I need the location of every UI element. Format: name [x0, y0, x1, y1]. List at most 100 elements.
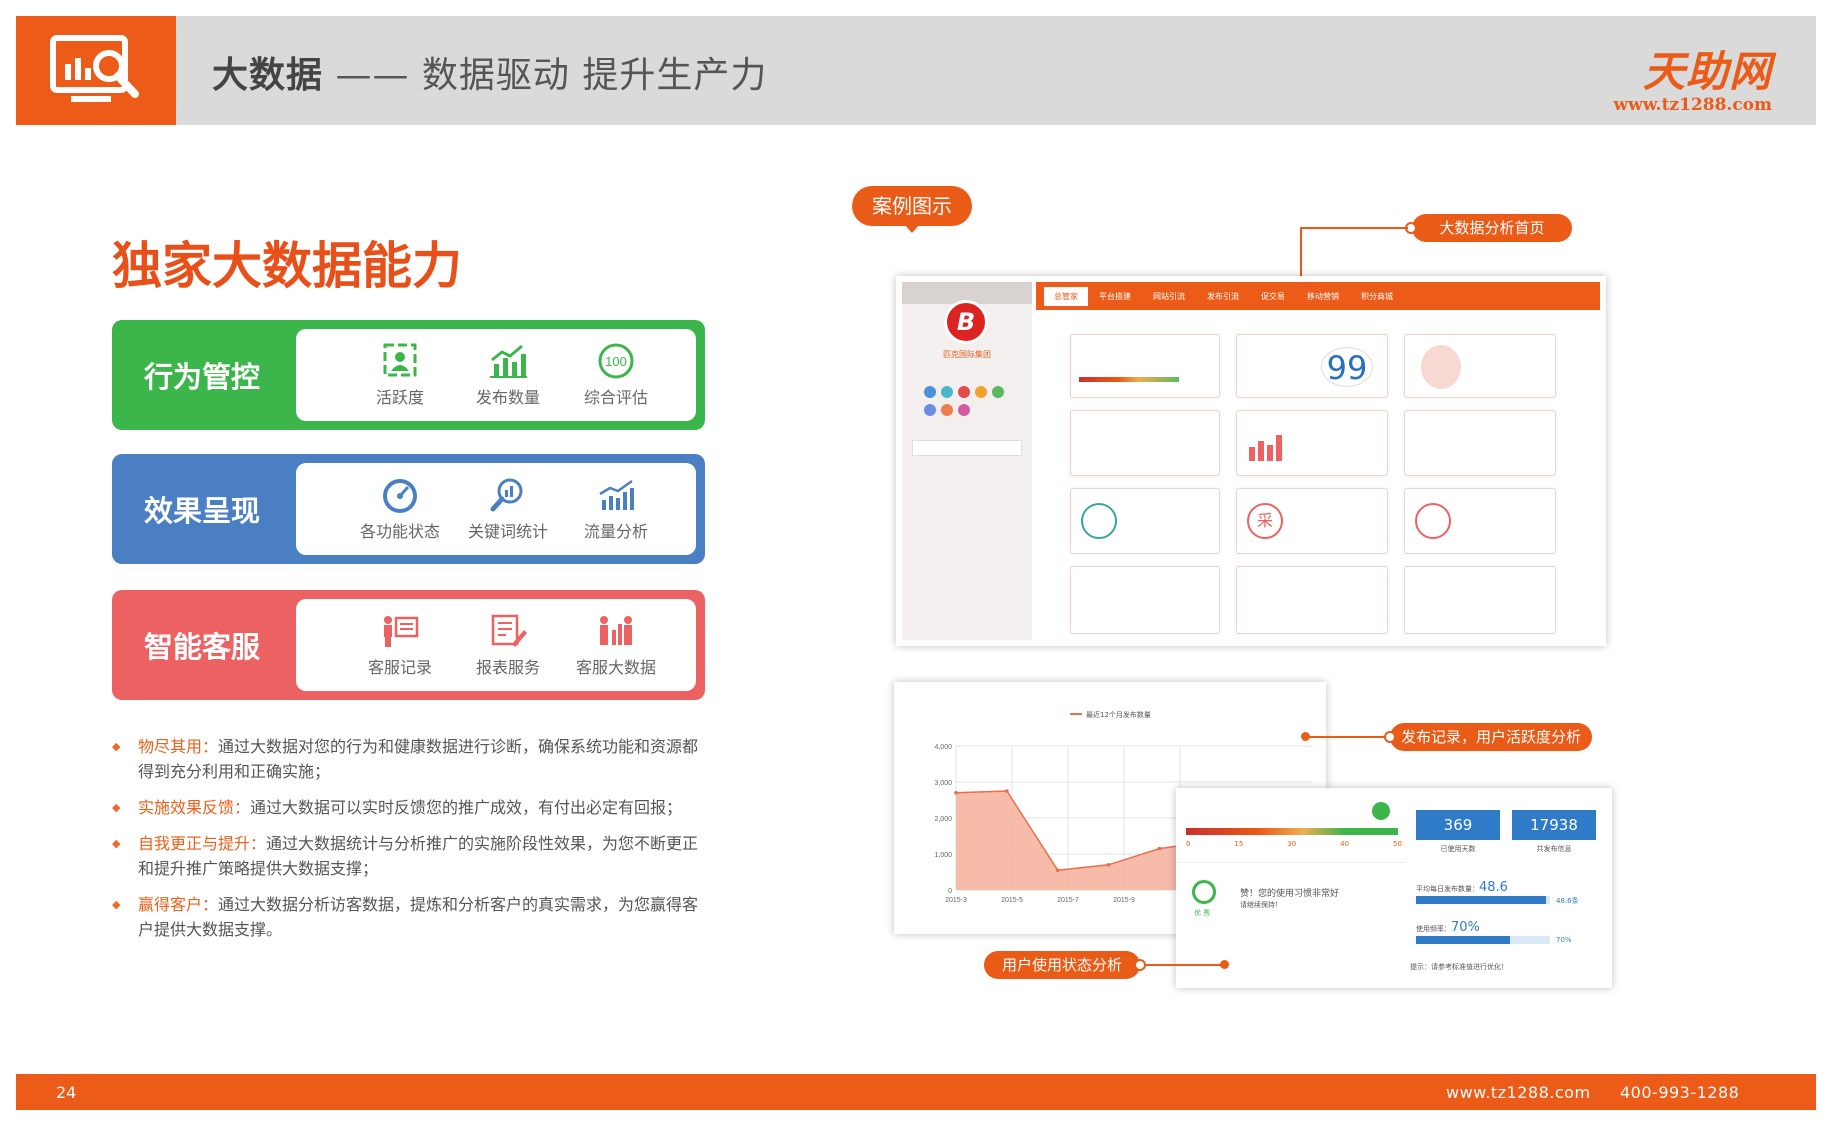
card-label: 智能客服: [144, 630, 261, 664]
list-item: 物尽其用：通过大数据对您的行为和健康数据进行诊断，确保系统功能和资源都得到充分利…: [112, 734, 712, 784]
usage-progress: [1186, 828, 1398, 835]
list-item: 赢得客户：通过大数据分析访客数据，提炼和分析客户的真实需求，为您赢得客户提供大数…: [112, 892, 712, 942]
y-tick-label: 4,000: [934, 744, 952, 751]
presenter-board-icon: [384, 616, 419, 647]
data-point: [1055, 868, 1060, 872]
tile-site-settings: [1070, 566, 1220, 634]
connector-line: [1146, 964, 1224, 966]
scale-labels: 0 15 30 40 50: [1186, 840, 1402, 848]
card-label: 效果呈现: [144, 494, 261, 528]
usage-rate-bar: [1416, 936, 1510, 944]
callout-status: 用户使用状态分析: [984, 951, 1140, 979]
data-point: [1157, 846, 1162, 851]
tile-wechat: [1404, 488, 1556, 554]
bar-chart-icon: [1249, 435, 1282, 461]
tab-home[interactable]: 总管家: [1044, 286, 1088, 306]
y-tick-label: 2,000: [934, 816, 952, 823]
case-label-pointer: [904, 224, 920, 233]
callout-release: 发布记录，用户活跃度分析: [1390, 723, 1592, 751]
purchase-icon: 采: [1247, 503, 1283, 539]
company-name: 匹克国际集团: [943, 350, 991, 359]
card-features: 活跃度 发布数量 100 综合评估: [296, 329, 696, 421]
praise-subtext: 请继续保持！: [1240, 901, 1282, 909]
smile-icon: [1372, 802, 1390, 820]
feature-traffic-analysis: 流量分析: [562, 476, 670, 542]
tab-mobile[interactable]: 移动营销: [1296, 287, 1350, 306]
feature-service-records: 客服记录: [346, 612, 454, 678]
x-tick-label: 2015-5: [1001, 897, 1023, 904]
list-item: 实施效果反馈：通过大数据可以实时反馈您的推广成效，有付出必定有回报；: [112, 795, 712, 820]
y-tick-label: 1,000: [934, 852, 952, 859]
data-point: [954, 791, 958, 795]
tab-points[interactable]: 积分商城: [1350, 287, 1404, 306]
connector-line: [1300, 227, 1408, 229]
days-used-label: 已使用天数: [1440, 845, 1476, 853]
connector-line: [1306, 736, 1386, 738]
tab-publish-traffic[interactable]: 发布引流: [1196, 287, 1250, 306]
footer-phone: 400-993-1288: [1620, 1083, 1740, 1102]
connector-dot: [1301, 732, 1310, 741]
status-icons: [924, 386, 1004, 398]
header-bar: 大数据 —— 数据驱动 提升生产力 天助网 www.tz1288.com: [16, 16, 1816, 125]
callout-home: 大数据分析首页: [1412, 214, 1572, 242]
svg-text:100: 100: [605, 354, 627, 369]
tile-chuangxin: [1070, 410, 1220, 476]
traffic-chart-icon: [599, 479, 634, 510]
posts-value: 17938: [1512, 810, 1596, 840]
tab-site-traffic[interactable]: 网站引流: [1142, 287, 1196, 306]
feature-activity: 活跃度: [346, 342, 454, 408]
days-used-value: 369: [1416, 810, 1500, 840]
tab-platform[interactable]: 平台搭建: [1088, 287, 1142, 306]
tip-text: 提示：请参考标准值进行优化！: [1410, 963, 1508, 971]
list-item: 自我更正与提升：通过大数据统计与分析推广的实施阶段性效果，为您不断更正和提升推广…: [112, 831, 712, 881]
praise-text: 赞！您的使用习惯非常好: [1240, 889, 1340, 899]
tile-links: [1236, 566, 1388, 634]
page-number: 24: [56, 1083, 77, 1102]
tile-account: [1404, 334, 1556, 398]
card-smart-service: 智能客服 客服记录 报表服务 客服大数据: [112, 590, 705, 700]
status-screenshot: 0 15 30 40 50 优 秀 赞！您的使用习惯非常好 请继续保持！ 369 已使用…: [1176, 788, 1612, 988]
usage-rate-small: 70%: [1556, 936, 1572, 944]
avg-daily-small: 48.6条: [1556, 897, 1579, 905]
gauge-icon: [383, 479, 417, 513]
avatar: [1421, 345, 1461, 389]
dash-nav: 总管家 平台搭建 网站引流 发布引流 促交易 移动营销 积分商城: [1036, 282, 1600, 310]
posts-label: 共发布信息: [1536, 845, 1572, 853]
data-point: [1005, 789, 1009, 793]
case-label: 案例图示: [852, 186, 972, 226]
x-tick-label: 2015-3: [945, 897, 967, 904]
score-value: 99: [1321, 347, 1373, 387]
feature-publish-count: 发布数量: [454, 342, 562, 408]
tab-trade[interactable]: 促交易: [1250, 287, 1296, 306]
tile-score: 99: [1236, 334, 1388, 398]
data-point: [1106, 863, 1111, 867]
page-title: 大数据 —— 数据驱动 提升生产力: [212, 55, 768, 96]
magnifier-chart-icon: [490, 478, 523, 512]
star-badge-icon: [1192, 880, 1216, 904]
tile-miniapp: [1404, 566, 1556, 634]
footer-url: www.tz1288.com: [1446, 1083, 1591, 1102]
benefit-list: 物尽其用：通过大数据对您的行为和健康数据进行诊断，确保系统功能和资源都得到充分利…: [112, 734, 712, 953]
footer-bar: 24 www.tz1288.com 400-993-1288: [16, 1074, 1816, 1110]
activity-icon: [383, 343, 417, 377]
section-title: 独家大数据能力: [112, 237, 462, 295]
card-features: 客服记录 报表服务 客服大数据: [296, 599, 696, 691]
bar-chart-icon: [490, 344, 527, 378]
score-100-icon: 100: [598, 343, 634, 379]
callout-ring: [1134, 959, 1146, 971]
dashboard-screenshot: B 匹克国际集团 总管家 平台搭建 网站引流 发布引流 促交易 移动营销 积分商…: [896, 276, 1606, 646]
feature-report-service: 报表服务: [454, 612, 562, 678]
wechat-icon: [1415, 503, 1451, 539]
avg-daily-row: 平均每日发布数量：48.6: [1416, 880, 1508, 895]
report-pen-icon: [491, 614, 527, 647]
company-logo: B: [944, 300, 988, 344]
tile-purchase: 采: [1236, 488, 1388, 554]
feature-keyword-stats: 关键词统计: [454, 476, 562, 542]
tile-cloud: [1070, 488, 1220, 554]
feature-function-status: 各功能状态: [346, 476, 454, 542]
card-features: 各功能状态 关键词统计 流量分析: [296, 463, 696, 555]
excellent-badge: 优 秀: [1194, 909, 1211, 917]
tile-keywords: [1404, 410, 1556, 476]
team-chart-icon: [600, 616, 632, 645]
feature-overall-score: 100 综合评估: [562, 342, 670, 408]
